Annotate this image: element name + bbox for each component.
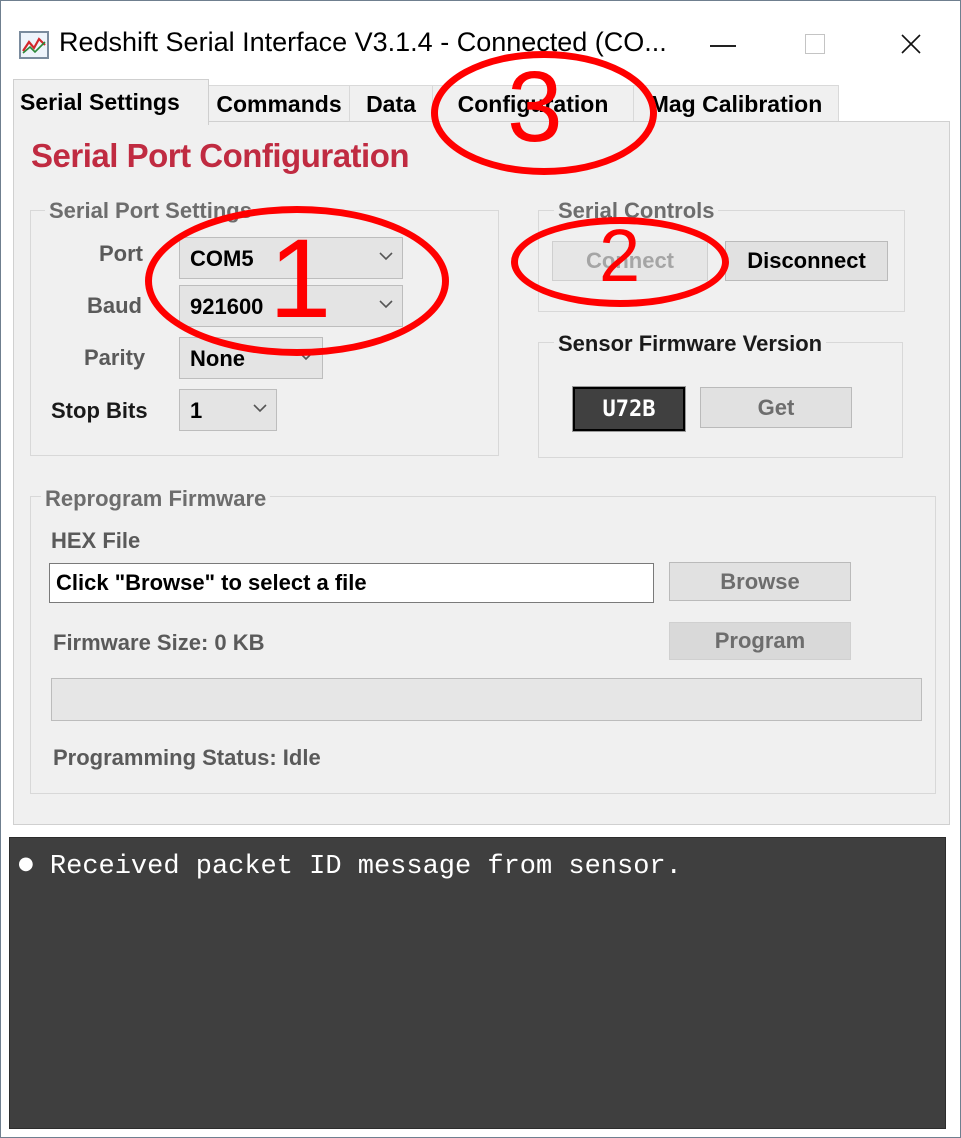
firmware-size-text: Firmware Size: 0 KB (53, 630, 265, 655)
close-button[interactable] (881, 19, 941, 69)
tab-mag-calibration[interactable]: Mag Calibration (633, 85, 839, 123)
hex-file-label: HEX File (51, 528, 141, 553)
get-firmware-button[interactable]: Get (700, 387, 852, 428)
title-bar[interactable]: Redshift Serial Interface V3.1.4 - Conne… (1, 1, 960, 77)
page-title: Serial Port Configuration (31, 137, 410, 174)
chevron-down-icon (253, 404, 267, 413)
tab-commands[interactable]: Commands (208, 85, 350, 123)
stop-bits-dropdown[interactable]: 1 (179, 389, 277, 431)
tab-data[interactable]: Data (349, 85, 433, 123)
message-console[interactable]: ● Received packet ID message from sensor… (9, 837, 946, 1129)
sensor-firmware-label: Sensor Firmware Version (554, 331, 827, 357)
programming-progress-bar (51, 678, 922, 721)
parity-dropdown[interactable]: None (179, 337, 323, 379)
baud-value: 921600 (190, 294, 264, 319)
parity-value: None (190, 346, 245, 371)
app-window: Redshift Serial Interface V3.1.4 - Conne… (0, 0, 961, 1138)
close-icon (901, 34, 921, 54)
tab-configuration[interactable]: Configuration (432, 85, 634, 123)
serial-port-settings-label: Serial Port Settings (45, 198, 256, 224)
chevron-down-icon (299, 352, 313, 361)
connect-button[interactable]: Connect (552, 241, 708, 281)
stop-bits-label: Stop Bits (51, 398, 148, 423)
programming-status-text: Programming Status: Idle (53, 745, 321, 770)
console-line: ● Received packet ID message from sensor… (18, 852, 682, 882)
console-line-text: Received packet ID message from sensor. (49, 852, 682, 882)
stop-bits-value: 1 (190, 398, 203, 423)
port-dropdown[interactable]: COM5 (179, 237, 403, 279)
parity-label: Parity (84, 345, 146, 370)
baud-label: Baud (87, 293, 142, 318)
disconnect-button[interactable]: Disconnect (725, 241, 888, 281)
chart-line-icon (19, 31, 49, 59)
reprogram-firmware-label: Reprogram Firmware (41, 486, 271, 512)
browse-button[interactable]: Browse (669, 562, 851, 601)
minimize-icon (710, 45, 736, 47)
chevron-down-icon (379, 300, 393, 309)
tab-strip: Serial Settings Commands Data Configurat… (1, 77, 960, 125)
chevron-down-icon (379, 252, 393, 261)
hex-file-field[interactable]: Click "Browse" to select a file (49, 563, 654, 603)
port-value: COM5 (190, 246, 254, 271)
maximize-button[interactable] (785, 19, 845, 69)
bullet-icon: ● (18, 853, 34, 874)
maximize-icon (805, 34, 825, 54)
serial-controls-label: Serial Controls (554, 198, 719, 224)
tab-serial-settings[interactable]: Serial Settings (13, 79, 209, 125)
firmware-version-display: U72B (572, 386, 686, 432)
port-label: Port (99, 241, 143, 266)
window-title: Redshift Serial Interface V3.1.4 - Conne… (59, 27, 667, 57)
baud-dropdown[interactable]: 921600 (179, 285, 403, 327)
program-button[interactable]: Program (669, 622, 851, 660)
minimize-button[interactable] (693, 19, 753, 69)
